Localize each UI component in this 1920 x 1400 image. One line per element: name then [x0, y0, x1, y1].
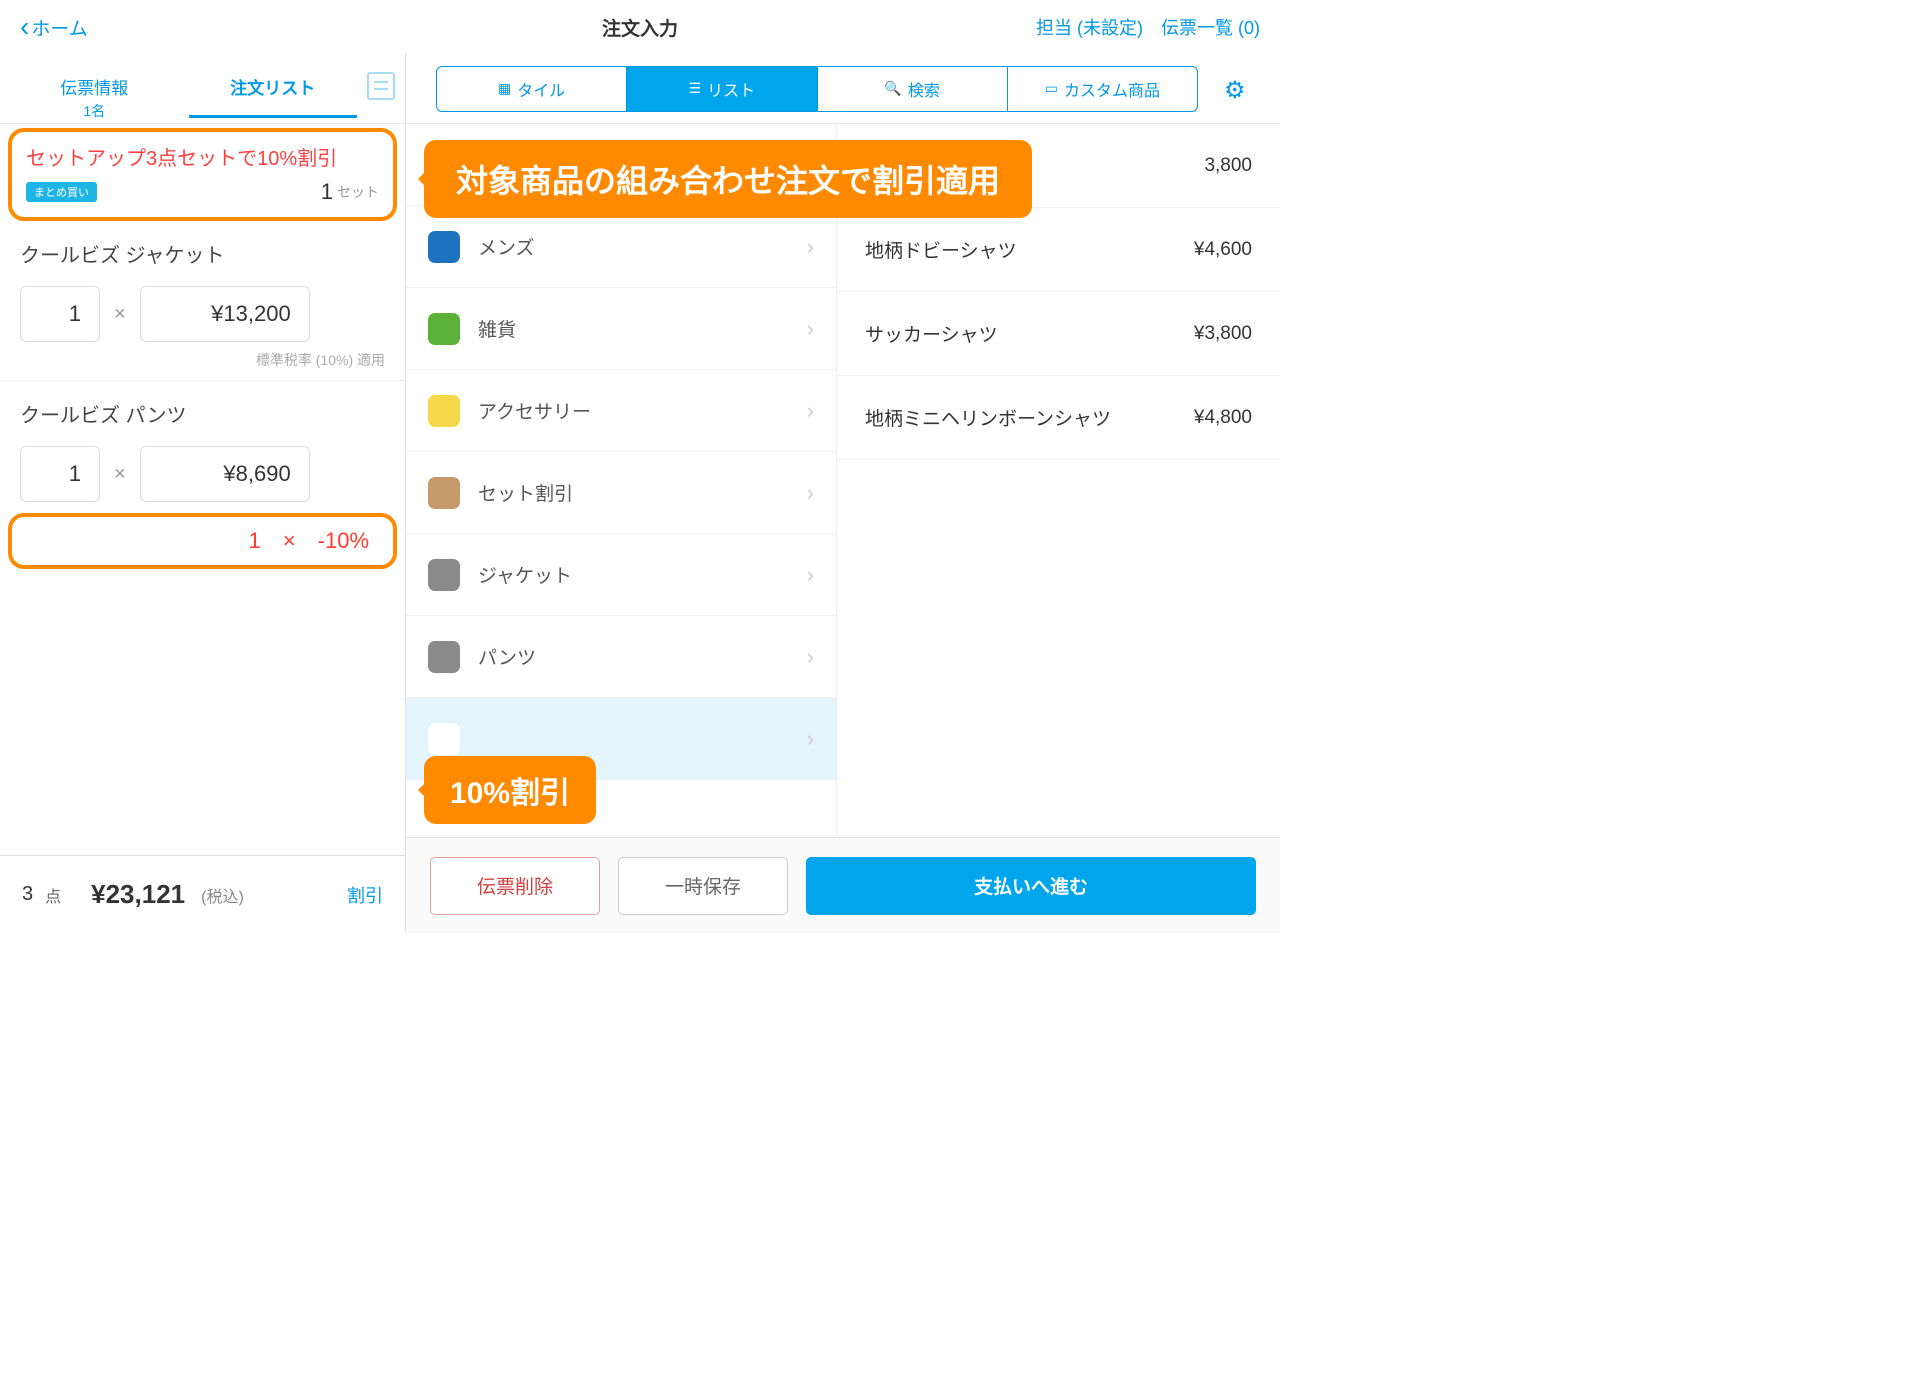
color-swatch	[428, 231, 460, 263]
total-amount: ¥23,121	[91, 879, 185, 910]
home-label: ホーム	[31, 14, 87, 41]
category-item[interactable]: セット割引 ›	[406, 452, 836, 534]
order-item[interactable]: クールビズ パンツ 1 × ¥8,690 標準税率 (10%) 適用	[0, 381, 405, 507]
qty-input[interactable]: 1	[20, 446, 100, 502]
chevron-left-icon: ‹	[20, 13, 29, 41]
order-item[interactable]: クールビズ ジャケット 1 × ¥13,200 標準税率 (10%) 適用	[0, 221, 405, 381]
chevron-right-icon: ›	[807, 480, 814, 506]
multiply-icon: ×	[114, 303, 126, 326]
assignee-link[interactable]: 担当 (未設定)	[1036, 14, 1143, 40]
callout-combo-discount: 対象商品の組み合わせ注文で割引適用	[424, 140, 1032, 218]
slip-list-link[interactable]: 伝票一覧 (0)	[1161, 14, 1260, 40]
category-item[interactable]: 雑貨 ›	[406, 288, 836, 370]
discount-button[interactable]: 割引	[347, 882, 383, 908]
view-search[interactable]: 🔍検索	[818, 67, 1008, 111]
order-item-name: クールビズ パンツ	[20, 399, 385, 428]
set-discount-card[interactable]: セットアップ3点セットで10%割引 まとめ買い 1 セット	[8, 128, 397, 221]
product-name: 地柄ミニヘリンボーンシャツ	[865, 404, 1111, 431]
category-name: アクセサリー	[478, 397, 591, 424]
product-item[interactable]: 地柄ドビーシャツ ¥4,600	[837, 208, 1280, 292]
set-discount-qty: 1	[321, 179, 333, 205]
gear-icon[interactable]: ⚙	[1224, 76, 1250, 102]
product-name: サッカーシャツ	[865, 320, 998, 347]
product-item[interactable]: 地柄ミニヘリンボーンシャツ ¥4,800	[837, 376, 1280, 460]
tax-included-label: (税込)	[201, 883, 244, 907]
category-name: ジャケット	[478, 561, 572, 588]
custom-icon: ▭	[1045, 80, 1058, 97]
discount-amount: -10%	[318, 528, 369, 554]
page-title: 注文入力	[602, 14, 678, 41]
tab-slip-info-sub: 1名	[10, 101, 179, 121]
multiply-icon: ×	[114, 463, 126, 486]
chevron-right-icon: ›	[807, 316, 814, 342]
color-swatch	[428, 723, 460, 755]
view-list[interactable]: ☰リスト	[627, 67, 817, 111]
chevron-right-icon: ›	[807, 234, 814, 260]
category-item[interactable]: メンズ ›	[406, 206, 836, 288]
product-item[interactable]: サッカーシャツ ¥3,800	[837, 292, 1280, 376]
view-tile[interactable]: ▦タイル	[437, 67, 627, 111]
category-item[interactable]: ジャケット ›	[406, 534, 836, 616]
qty-input[interactable]: 1	[20, 286, 100, 342]
discount-qty: 1	[249, 528, 261, 554]
tile-icon: ▦	[498, 80, 511, 97]
discount-line[interactable]: 1 × -10%	[8, 513, 397, 569]
color-swatch	[428, 559, 460, 591]
color-swatch	[428, 641, 460, 673]
search-icon: 🔍	[884, 80, 901, 97]
home-button[interactable]: ‹ ホーム	[20, 13, 88, 41]
product-name: 地柄ドビーシャツ	[865, 236, 1017, 263]
price-input[interactable]: ¥8,690	[140, 446, 310, 502]
item-count-unit: 点	[45, 883, 61, 907]
save-draft-button[interactable]: 一時保存	[618, 857, 788, 915]
color-swatch	[428, 313, 460, 345]
product-price: ¥4,800	[1194, 407, 1252, 429]
product-price: ¥4,600	[1194, 239, 1252, 261]
delete-slip-button[interactable]: 伝票削除	[430, 857, 600, 915]
chevron-right-icon: ›	[807, 644, 814, 670]
color-swatch	[428, 395, 460, 427]
tab-slip-info-label: 伝票情報	[60, 79, 128, 98]
tax-label: 標準税率 (10%) 適用	[20, 350, 385, 370]
set-discount-title: セットアップ3点セットで10%割引	[26, 142, 379, 171]
order-item-name: クールビズ ジャケット	[20, 239, 385, 268]
tab-order-list[interactable]: 注文リスト	[189, 64, 358, 118]
bulk-badge: まとめ買い	[26, 182, 97, 202]
price-input[interactable]: ¥13,200	[140, 286, 310, 342]
chevron-right-icon: ›	[807, 726, 814, 752]
product-price: ¥3,800	[1194, 323, 1252, 345]
list-icon: ☰	[689, 80, 702, 97]
category-name: 雑貨	[478, 315, 516, 342]
view-custom[interactable]: ▭カスタム商品	[1008, 67, 1197, 111]
product-price: 3,800	[1204, 155, 1252, 177]
category-name: セット割引	[478, 479, 573, 506]
set-discount-unit: セット	[337, 182, 379, 202]
color-swatch	[428, 477, 460, 509]
category-item[interactable]: アクセサリー ›	[406, 370, 836, 452]
item-count: 3	[22, 883, 33, 906]
category-name: メンズ	[478, 233, 535, 260]
proceed-payment-button[interactable]: 支払いへ進む	[806, 857, 1256, 915]
multiply-icon: ×	[283, 528, 296, 554]
chevron-right-icon: ›	[807, 398, 814, 424]
category-name: パンツ	[478, 643, 536, 670]
tab-slip-info[interactable]: 伝票情報 1名	[10, 64, 179, 137]
chevron-right-icon: ›	[807, 562, 814, 588]
category-item[interactable]: パンツ ›	[406, 616, 836, 698]
callout-ten-percent: 10%割引	[424, 756, 596, 824]
receipt-icon[interactable]	[367, 72, 395, 100]
